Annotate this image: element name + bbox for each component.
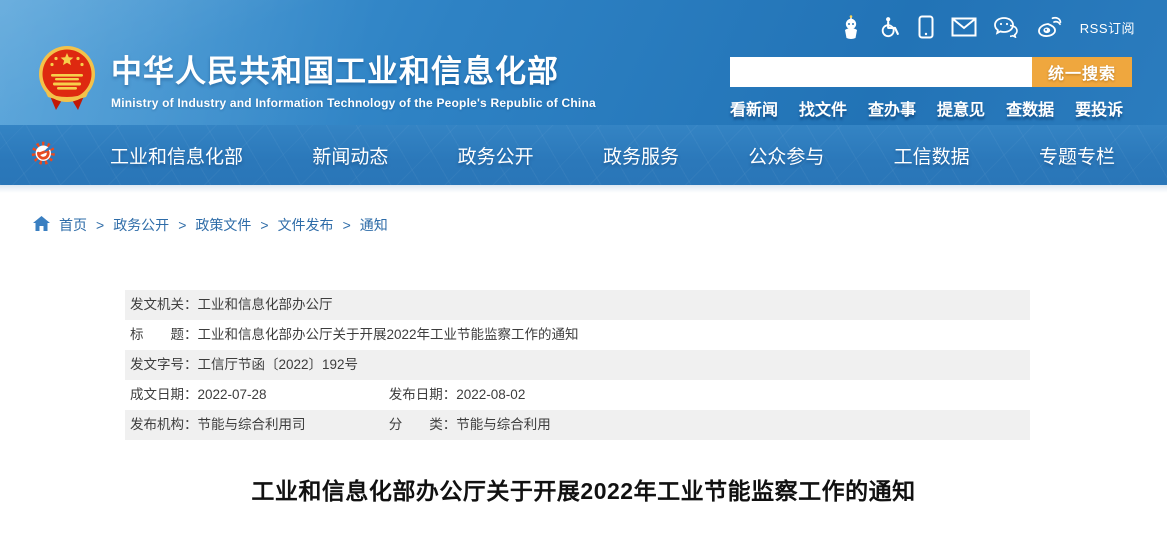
national-emblem-icon [38, 44, 96, 112]
meta-value: 2022-07-28 [198, 387, 267, 402]
meta-label: 分 类： [389, 417, 457, 432]
quick-links-row: 看新闻 找文件 查办事 提意见 查数据 要投诉 [730, 96, 1132, 120]
crumb-separator: > [96, 217, 104, 233]
quick-link-files[interactable]: 找文件 [799, 96, 847, 120]
crumb-home[interactable]: 首页 [59, 215, 87, 235]
home-icon[interactable] [33, 216, 50, 234]
meta-value: 节能与综合利用司 [198, 417, 306, 432]
document-meta-table: 发文机关：工业和信息化部办公厅 标 题：工业和信息化部办公厅关于开展2022年工… [125, 290, 1030, 440]
quick-link-data[interactable]: 查数据 [1006, 96, 1054, 120]
site-header: RSS订阅 中华人民共和国工业和信息化部 Ministry of Industr… [0, 0, 1167, 125]
meta-value: 节能与综合利用 [456, 417, 551, 432]
weibo-icon[interactable] [1037, 16, 1063, 38]
crumb-notice[interactable]: 通知 [360, 215, 388, 235]
crumb-separator: > [260, 217, 268, 233]
meta-label: 发文字号： [130, 357, 198, 372]
nav-bottom-gradient [0, 185, 1167, 193]
meta-label: 标 题： [130, 327, 198, 342]
unified-search-button[interactable]: 统一搜索 [1032, 57, 1132, 87]
meta-value: 工信厅节函〔2022〕192号 [198, 357, 359, 372]
site-subtitle: Ministry of Industry and Information Tec… [111, 96, 596, 110]
quick-link-complaint[interactable]: 要投诉 [1075, 96, 1123, 120]
nav-list: 工业和信息化部 新闻动态 政务公开 政务服务 公众参与 工信数据 专题专栏 [0, 125, 1167, 185]
mobile-phone-icon[interactable] [918, 15, 934, 39]
crumb-gov-disclosure[interactable]: 政务公开 [113, 215, 169, 235]
quick-link-services[interactable]: 查办事 [868, 96, 916, 120]
rss-subscribe-link[interactable]: RSS订阅 [1080, 18, 1135, 37]
email-icon[interactable] [951, 17, 977, 37]
brand-text: 中华人民共和国工业和信息化部 Ministry of Industry and … [111, 46, 596, 110]
breadcrumb: 首页 > 政务公开 > 政策文件 > 文件发布 > 通知 [33, 215, 1167, 235]
meta-value: 工业和信息化部办公厅关于开展2022年工业节能监察工作的通知 [198, 327, 579, 342]
quick-link-feedback[interactable]: 提意见 [937, 96, 985, 120]
meta-label: 成文日期： [130, 387, 198, 402]
nav-item-public-participation[interactable]: 公众参与 [748, 142, 824, 169]
search-area: 统一搜索 看新闻 找文件 查办事 提意见 查数据 要投诉 [730, 57, 1132, 120]
crumb-separator: > [178, 217, 186, 233]
nav-item-gov-disclosure[interactable]: 政务公开 [458, 142, 534, 169]
topbar-icon-row: RSS订阅 [840, 15, 1135, 39]
crumb-separator: > [343, 217, 351, 233]
meta-value: 工业和信息化部办公厅 [198, 297, 333, 312]
nav-item-special-topics[interactable]: 专题专栏 [1039, 142, 1115, 169]
miit-e-logo-icon [30, 139, 58, 172]
meta-value: 2022-08-02 [456, 387, 525, 402]
primary-nav: 工业和信息化部 新闻动态 政务公开 政务服务 公众参与 工信数据 专题专栏 [0, 125, 1167, 185]
meta-label: 发布机构： [130, 417, 198, 432]
site-title: 中华人民共和国工业和信息化部 [111, 46, 596, 91]
meta-row-issuing-agency: 发文机关：工业和信息化部办公厅 [125, 290, 1030, 320]
crumb-policy-files[interactable]: 政策文件 [195, 215, 251, 235]
accessibility-icon[interactable] [879, 15, 901, 39]
nav-item-miit-data[interactable]: 工信数据 [894, 142, 970, 169]
meta-row-dates: 成文日期：2022-07-28 发布日期：2022-08-02 [125, 380, 1030, 410]
crumb-file-release[interactable]: 文件发布 [278, 215, 334, 235]
meta-label: 发文机关： [130, 297, 198, 312]
wechat-icon[interactable] [994, 16, 1020, 38]
meta-label: 发布日期： [389, 387, 457, 402]
quick-link-news[interactable]: 看新闻 [730, 96, 778, 120]
nav-item-gov-services[interactable]: 政务服务 [603, 142, 679, 169]
meta-row-doc-number: 发文字号：工信厅节函〔2022〕192号 [125, 350, 1030, 380]
search-input[interactable] [730, 57, 1032, 87]
meta-row-publisher-category: 发布机构：节能与综合利用司 分 类：节能与综合利用 [125, 410, 1030, 440]
mascot-robot-icon[interactable] [840, 15, 862, 39]
nav-item-news[interactable]: 新闻动态 [312, 142, 388, 169]
site-brand[interactable]: 中华人民共和国工业和信息化部 Ministry of Industry and … [38, 44, 596, 112]
meta-row-title: 标 题：工业和信息化部办公厅关于开展2022年工业节能监察工作的通知 [125, 320, 1030, 350]
document-title: 工业和信息化部办公厅关于开展2022年工业节能监察工作的通知 [0, 472, 1167, 506]
nav-item-miit-home[interactable]: 工业和信息化部 [110, 142, 243, 169]
